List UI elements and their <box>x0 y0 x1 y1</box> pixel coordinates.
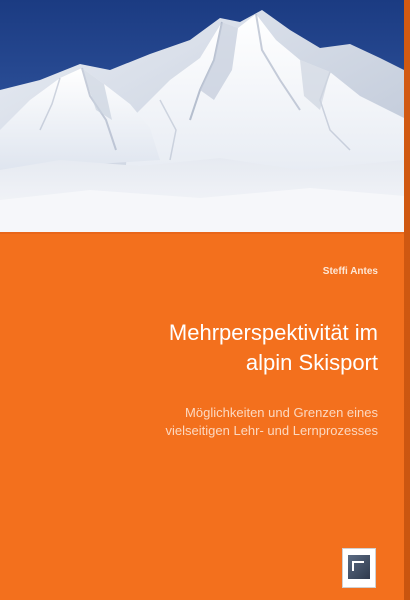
subtitle-line-1: Möglichkeiten und Grenzen eines <box>185 405 378 420</box>
subtitle-line-2: vielseitigen Lehr- und Lernprozesses <box>165 423 378 438</box>
book-subtitle: Möglichkeiten und Grenzen eines vielseit… <box>78 404 378 440</box>
author-name: Steffi Antes <box>322 266 378 277</box>
book-title: Mehrperspektivität im alpin Skisport <box>48 318 378 378</box>
snowy-mountains-photo <box>0 0 404 232</box>
book-cover: Steffi Antes Mehrperspektivität im alpin… <box>0 0 410 600</box>
logo-mark <box>352 561 364 571</box>
mountain-photo <box>0 0 404 232</box>
title-line-2: alpin Skisport <box>245 350 378 375</box>
spine-edge <box>404 0 410 600</box>
title-line-1: Mehrperspektivität im <box>168 320 378 345</box>
divider <box>0 232 404 234</box>
publisher-logo-icon <box>342 548 376 588</box>
